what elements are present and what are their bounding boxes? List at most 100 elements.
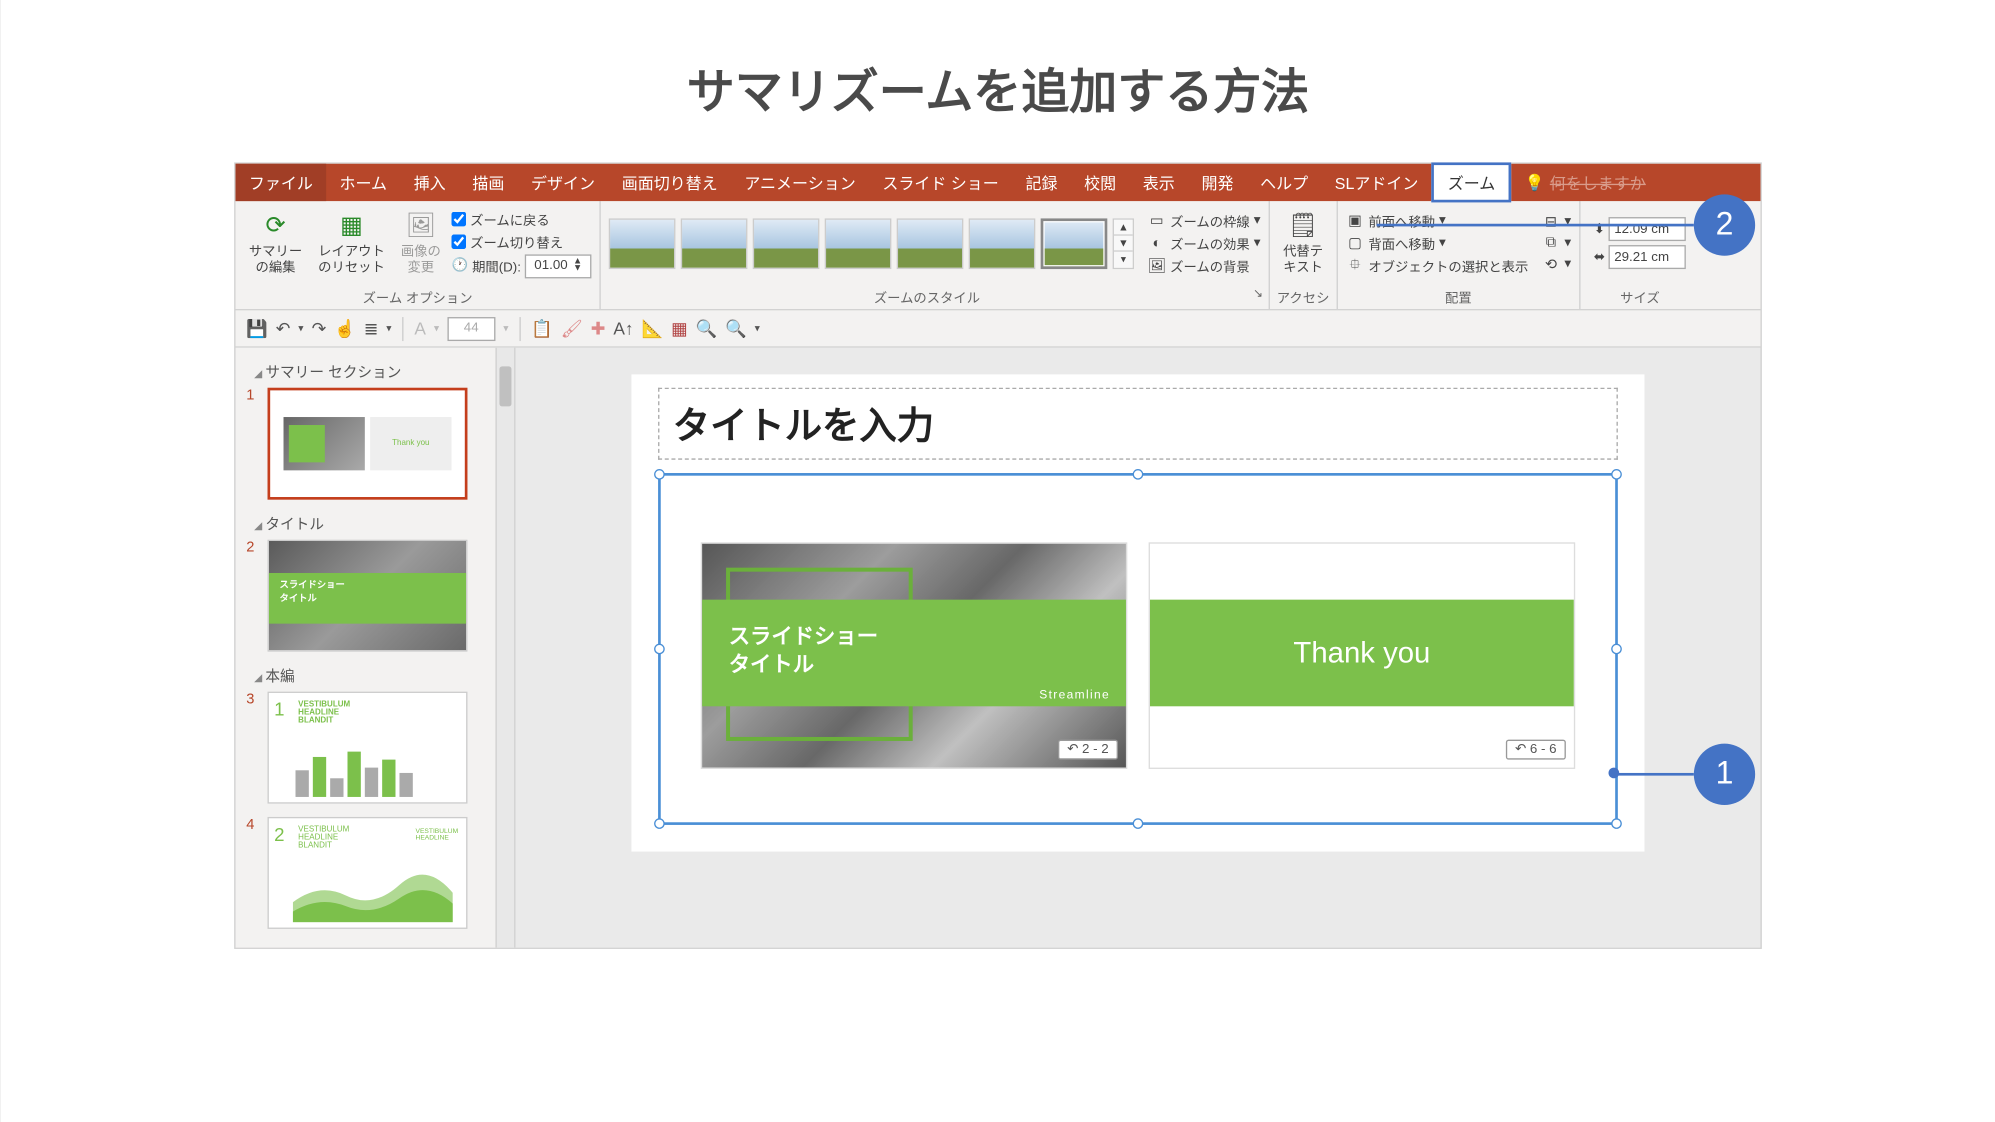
reset-layout-button[interactable]: ▦レイアウト のリセット [312,207,389,279]
title-placeholder[interactable]: タイトルを入力 [658,388,1618,460]
summary-zoom-object[interactable]: スライドショー タイトル Streamline 2 - 2 Thank you … [658,473,1618,825]
bring-forward-icon: ▣ [1345,211,1364,230]
slide-thumbnail-3[interactable]: 1 VESTIBULUM HEADLINE BLANDIT [267,692,467,804]
style-preset-selected[interactable] [1040,218,1107,269]
tab-insert[interactable]: 挿入 [400,164,459,201]
duration-input[interactable]: 01.00▲▼ [524,254,591,278]
tab-zoom[interactable]: ズーム [1431,162,1511,202]
layout-icon: ▦ [335,210,367,242]
alt-text-button[interactable]: 🗒代替テ キスト [1277,207,1328,279]
resize-handle[interactable] [1611,818,1622,829]
callout-1: 1 [1693,744,1754,805]
resize-handle[interactable] [654,469,665,480]
section-summary[interactable]: サマリー セクション [254,361,503,382]
callout-1-line [1613,773,1693,776]
save-icon[interactable]: 💾 [246,318,268,339]
image-icon: 🖼 [404,210,436,242]
bullets-icon[interactable]: ≣ [363,318,378,339]
quick-access-toolbar: 💾 ↶▾ ↷ ☝ ≣▾ A▾ 44▾ 📋 🖌 ✚ A↑ 📐 ▦ 🔍 🔍▾ [235,310,1760,347]
tab-animations[interactable]: アニメーション [731,164,869,201]
style-preset[interactable] [752,218,819,269]
width-input[interactable]: 29.21 cm [1608,245,1685,269]
zoom-background-button[interactable]: 🖼ズームの背景 [1147,256,1260,276]
redo-icon[interactable]: ↷ [311,318,326,339]
tab-view[interactable]: 表示 [1129,164,1188,201]
group-button[interactable]: ⧉▾ [1541,234,1570,253]
duration-row: 🕐期間(D):01.00▲▼ [451,254,591,278]
tab-home[interactable]: ホーム [326,164,400,201]
resize-handle[interactable] [1132,818,1143,829]
table-icon[interactable]: ▦ [671,318,687,339]
tell-me-search[interactable]: 💡 何をしますか [1511,164,1659,201]
callout-2-line [1376,224,1693,227]
width-row: ⬌29.21 cm [1593,245,1685,269]
slide: タイトルを入力 [631,374,1644,851]
zoom-out-icon[interactable]: 🔍 [695,318,717,339]
zoom-border-button[interactable]: ▭ズームの枠線 ▾ [1147,210,1260,230]
tab-developer[interactable]: 開発 [1188,164,1247,201]
bring-forward-button[interactable]: ▣前面へ移動 ▾ [1345,210,1528,230]
font-size-input[interactable]: 44 [447,316,495,340]
resize-handle[interactable] [1611,644,1622,655]
main-area: サマリー セクション 1 Thank you タイトル 2 スライドショー タイ… [235,348,1760,948]
resize-handle[interactable] [1132,469,1143,480]
chevron-more-icon[interactable]: ▾ [1114,251,1133,267]
slide-thumbnail-4[interactable]: 2 VESTIBULUM HEADLINE BLANDIT VESTIBULUM… [267,817,467,929]
send-backward-button[interactable]: ▢背面へ移動 ▾ [1345,233,1528,253]
ribbon: ⟳サマリー の編集 ▦レイアウト のリセット 🖼画像の 変更 ズームに戻る ズー… [235,201,1760,310]
zoom-effect-button[interactable]: ◐ズームの効果 ▾ [1147,233,1260,253]
resize-handle[interactable] [654,644,665,655]
style-preset[interactable] [968,218,1035,269]
group-size: サイズ [1580,285,1699,309]
change-image-button[interactable]: 🖼画像の 変更 [395,207,446,279]
resize-handle[interactable] [1611,469,1622,480]
rotate-button[interactable]: ⟲▾ [1541,255,1570,274]
format-painter-icon[interactable]: 🖌 [560,318,582,339]
zoom-transition-checkbox[interactable]: ズーム切り替え [451,231,591,251]
resize-handle[interactable] [654,818,665,829]
undo-icon[interactable]: ↶ [275,318,290,339]
chevron-down-icon[interactable]: ▼ [1114,235,1133,251]
slide-canvas[interactable]: タイトルを入力 [515,348,1760,948]
selection-pane-button[interactable]: ⯐オブジェクトの選択と表示 [1345,256,1528,276]
tab-slideshow[interactable]: スライド ショー [869,164,1012,201]
return-zoom-checkbox[interactable]: ズームに戻る [451,208,591,228]
section-title[interactable]: タイトル [254,513,503,534]
touch-mode-icon[interactable]: ☝ [334,318,356,339]
tab-sladdins[interactable]: SLアドイン [1321,164,1431,201]
tab-help[interactable]: ヘルプ [1246,164,1321,201]
tab-review[interactable]: 校閲 [1070,164,1129,201]
tab-record[interactable]: 記録 [1012,164,1071,201]
section-main[interactable]: 本編 [254,665,503,686]
thumb-number: 3 [246,692,259,708]
tab-transitions[interactable]: 画面切り替え [608,164,731,201]
slide-thumbnail-2[interactable]: スライドショー タイトル [267,540,467,652]
zoom-styles-gallery[interactable]: ▲▼▾ [608,218,1133,269]
tell-me-label: 何をしますか [1549,171,1645,194]
powerpoint-window: ファイル ホーム 挿入 描画 デザイン 画面切り替え アニメーション スライド … [234,162,1762,948]
group-zoom-styles: ズームのスタイル ↘ [600,285,1267,309]
zoom-card-1[interactable]: スライドショー タイトル Streamline 2 - 2 [700,542,1127,769]
add-icon[interactable]: ✚ [590,318,605,339]
tab-file[interactable]: ファイル [235,164,326,201]
tab-design[interactable]: デザイン [517,164,608,201]
alt-text-icon: 🗒 [1287,210,1319,242]
slide-thumbnail-1[interactable]: Thank you [267,388,467,500]
refresh-icon: ⟳ [259,210,291,242]
style-preset[interactable] [896,218,963,269]
zoom-icon[interactable]: 🔍 [725,318,747,339]
ruler-icon[interactable]: 📐 [641,318,663,339]
edit-summary-button[interactable]: ⟳サマリー の編集 [243,207,307,279]
increase-font-icon[interactable]: A↑ [613,318,633,338]
height-input[interactable]: 12.09 cm [1608,217,1685,241]
style-preset[interactable] [680,218,747,269]
style-preset[interactable] [824,218,891,269]
zoom-card-2[interactable]: Thank you 6 - 6 [1148,542,1575,769]
copy-icon[interactable]: 📋 [531,318,553,339]
style-preset[interactable] [608,218,675,269]
tab-draw[interactable]: 描画 [459,164,518,201]
align-button[interactable]: ⊟▾ [1541,212,1570,231]
chevron-up-icon[interactable]: ▲ [1114,219,1133,235]
gallery-nav[interactable]: ▲▼▾ [1112,218,1133,269]
thumbnails-scrollbar[interactable] [495,348,514,948]
